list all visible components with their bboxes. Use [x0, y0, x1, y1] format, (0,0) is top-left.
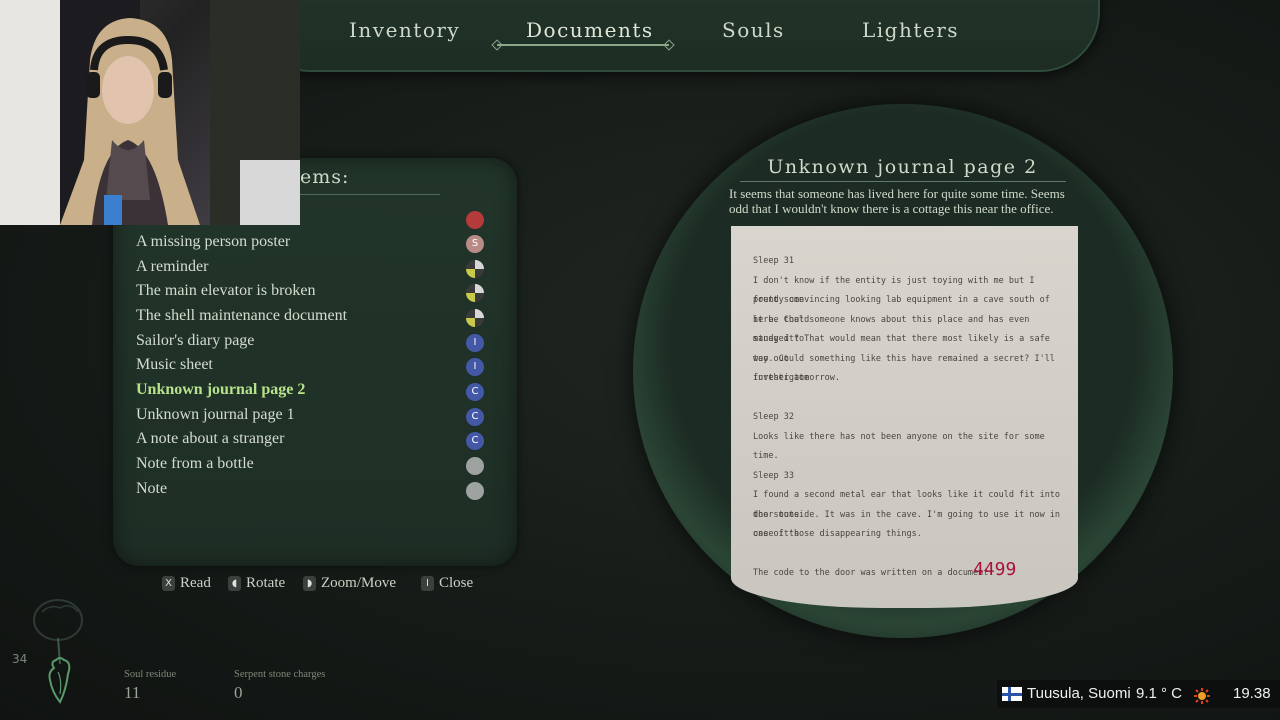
- anatomical-heart-icon: [30, 598, 90, 714]
- close-label: Close: [439, 575, 474, 591]
- zoom-control[interactable]: ◗ Zoom/Move: [303, 575, 396, 592]
- missing-person-icon: S: [466, 235, 484, 253]
- diary-icon: I: [466, 334, 484, 352]
- door-code: 4499: [973, 559, 1017, 580]
- x-button-icon: X: [162, 576, 175, 591]
- list-item[interactable]: The shell maintenance document: [136, 307, 496, 331]
- webcam-overlay: [0, 0, 300, 225]
- list-item[interactable]: A reminder: [136, 258, 496, 282]
- note-icon: [466, 260, 484, 278]
- list-item[interactable]: Note: [136, 480, 496, 504]
- list-item-selected[interactable]: Unknown journal page 2: [136, 381, 496, 405]
- journal-icon: C: [466, 408, 484, 426]
- document-description: It seems that someone has lived here for…: [729, 186, 1065, 216]
- soul-residue-label: Soul residue: [124, 669, 177, 680]
- close-control[interactable]: I Close: [421, 575, 473, 592]
- weather-bar: Tuusula, Suomi 9.1 ° C 19.38: [997, 680, 1280, 708]
- rotate-label: Rotate: [246, 575, 286, 591]
- bottle-icon: [466, 457, 484, 475]
- journal-line: Sleep 33: [753, 470, 794, 481]
- bottle-icon: [466, 482, 484, 500]
- journal-line: further tomorrow.: [753, 373, 840, 383]
- weather-location: Tuusula, Suomi: [1027, 685, 1131, 702]
- right-stick-icon: ◗: [303, 576, 316, 591]
- active-tab-indicator: [497, 44, 669, 46]
- tab-souls[interactable]: Souls: [722, 18, 785, 42]
- journal-line: Sleep 32: [753, 412, 794, 422]
- journal-line: Sleep 31: [753, 256, 794, 266]
- close-button-icon: I: [421, 576, 434, 591]
- tab-documents[interactable]: Documents: [526, 18, 654, 42]
- document-title-divider: [740, 181, 1066, 182]
- list-header: ems:: [300, 166, 350, 188]
- journal-line: one of those disappearing things.: [753, 529, 922, 539]
- tab-inventory[interactable]: Inventory: [349, 18, 460, 42]
- clock-time: 19.38: [1233, 685, 1271, 702]
- journal-page[interactable]: Sleep 31 I don't know if the entity is ju…: [731, 226, 1078, 608]
- read-label: Read: [180, 575, 211, 591]
- list-item[interactable]: Sailor's diary page: [136, 332, 496, 356]
- list-item[interactable]: The main elevator is broken: [136, 282, 496, 306]
- note-icon: [466, 309, 484, 327]
- list-item[interactable]: Note from a bottle: [136, 455, 496, 479]
- sun-icon: [1194, 686, 1210, 704]
- diary-icon: I: [466, 358, 484, 376]
- list-item[interactable]: A missing person poster: [136, 233, 496, 257]
- note-icon: [466, 284, 484, 302]
- journal-line: The code to the door was written on a do…: [753, 568, 989, 578]
- book-icon: [466, 211, 484, 229]
- finland-flag-icon: [1002, 687, 1022, 701]
- serpent-stone-label: Serpent stone charges: [234, 669, 326, 680]
- document-title: Unknown journal page 2: [767, 156, 1038, 178]
- soul-residue-value: 11: [124, 683, 141, 702]
- read-control[interactable]: X Read: [162, 575, 211, 592]
- list-header-divider: [290, 194, 440, 195]
- journal-icon: C: [466, 432, 484, 450]
- list-item[interactable]: Unknown journal page 1: [136, 406, 496, 430]
- list-item[interactable]: Music sheet: [136, 356, 496, 380]
- list-item[interactable]: A note about a stranger: [136, 430, 496, 454]
- rotate-control[interactable]: ◖ Rotate: [228, 575, 285, 592]
- journal-line: Looks like there has not been anyone on …: [753, 431, 1045, 462]
- serpent-stone-value: 0: [234, 683, 243, 702]
- weather-temperature: 9.1 ° C: [1136, 685, 1183, 702]
- left-stick-icon: ◖: [228, 576, 241, 591]
- zoom-label: Zoom/Move: [321, 575, 396, 591]
- journal-icon: C: [466, 383, 484, 401]
- tab-lighters[interactable]: Lighters: [862, 18, 959, 42]
- hud-counter: 34: [12, 652, 28, 666]
